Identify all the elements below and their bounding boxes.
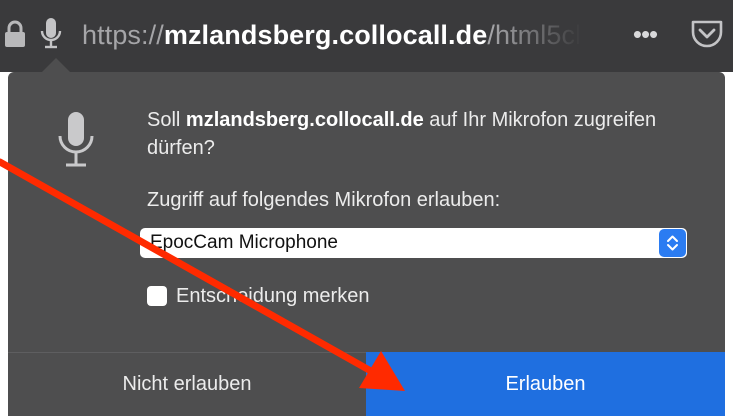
question-host: mzlandsberg.collocall.de [185, 109, 424, 131]
microphone-select[interactable]: EpocCam Microphone [140, 228, 687, 258]
microphone-select-label: Zugriff auf folgendes Mikrofon erlauben: [147, 189, 501, 211]
select-chevron-icon[interactable] [659, 229, 686, 257]
pocket-icon[interactable] [690, 18, 724, 50]
url-host: mzlandsberg.collocall.de [163, 20, 488, 50]
permission-question: Soll mzlandsberg.collocall.de auf Ihr Mi… [147, 106, 707, 162]
deny-button[interactable]: Nicht erlauben [8, 352, 366, 416]
permission-dialog: Soll mzlandsberg.collocall.de auf Ihr Mi… [8, 72, 725, 416]
selected-device: EpocCam Microphone [150, 232, 338, 253]
remember-decision-label: Entscheidung merken [176, 285, 370, 307]
more-icon[interactable]: ••• [622, 14, 668, 54]
popup-pointer [42, 58, 70, 72]
allow-button[interactable]: Erlauben [366, 352, 725, 416]
url-field[interactable]: https://mzlandsberg.collocall.de/html5cl… [82, 18, 582, 52]
url-prefix: https:// [82, 20, 164, 50]
question-prefix: Soll [147, 109, 186, 131]
remember-decision-checkbox[interactable] [147, 286, 167, 306]
url-bar: https://mzlandsberg.collocall.de/html5cl… [0, 0, 733, 72]
lock-icon [5, 20, 25, 47]
microphone-icon [58, 112, 94, 167]
url-path: /html5clie [487, 20, 582, 50]
microphone-icon[interactable] [38, 16, 64, 54]
